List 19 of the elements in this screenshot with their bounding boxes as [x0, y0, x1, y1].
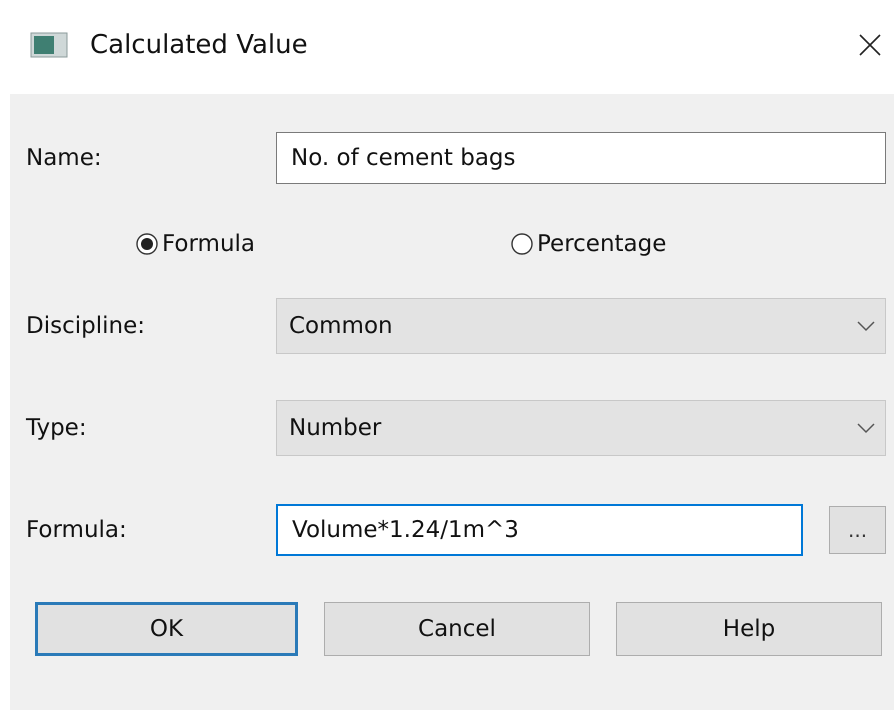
chevron-down-icon: [857, 320, 875, 332]
discipline-dropdown[interactable]: Common: [276, 298, 886, 354]
window-title: Calculated Value: [90, 30, 309, 60]
dialog-button[interactable]: OK: [35, 602, 298, 656]
browse-button[interactable]: ...: [829, 506, 886, 554]
radio-option[interactable]: Percentage: [511, 231, 886, 257]
field-label: Formula:: [26, 517, 128, 543]
chevron-down-icon: [857, 422, 875, 434]
field-label: Name:: [26, 145, 103, 171]
name-field[interactable]: No. of cement bags: [276, 132, 886, 184]
formula-field[interactable]: Volume*1.24/1m^3: [276, 504, 804, 556]
field-label: Type:: [26, 415, 88, 441]
dialog-button[interactable]: Cancel: [324, 602, 590, 656]
dialog-button[interactable]: Help: [616, 602, 882, 656]
close-icon[interactable]: [858, 33, 882, 57]
field-label: Discipline:: [26, 313, 146, 339]
window-icon: [30, 30, 68, 60]
radio-option[interactable]: Formula: [136, 231, 511, 257]
type-dropdown[interactable]: Number: [276, 400, 886, 456]
